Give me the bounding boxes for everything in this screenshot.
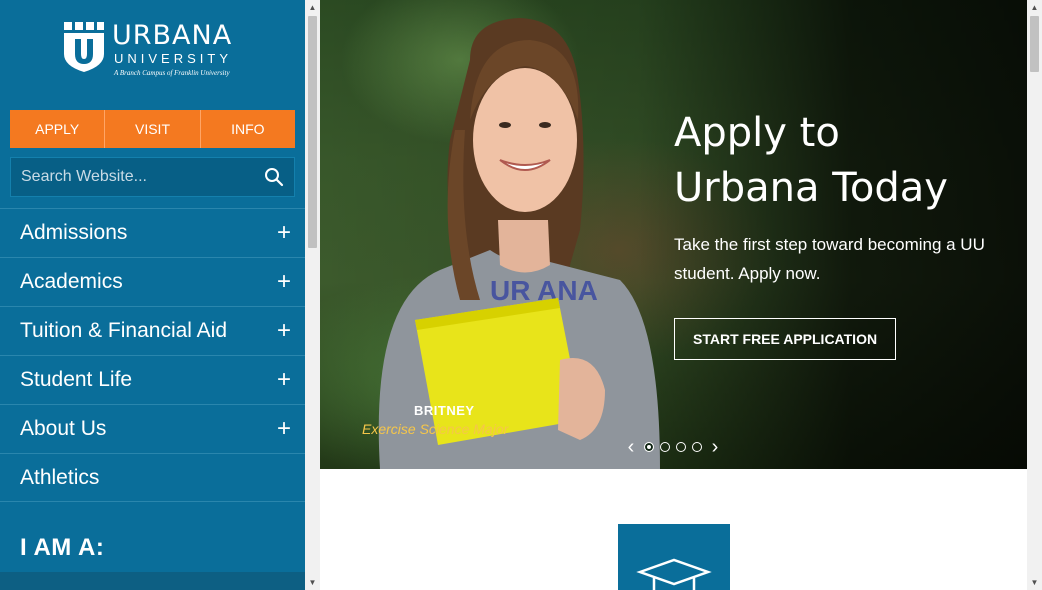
search-input[interactable] <box>11 158 254 196</box>
student-major: Exercise Science Major <box>362 421 509 437</box>
scroll-up-arrow-icon[interactable]: ▲ <box>1027 0 1042 15</box>
expand-plus-icon[interactable]: + <box>277 270 291 294</box>
expand-plus-icon[interactable]: + <box>277 368 291 392</box>
chevron-right-icon[interactable]: › <box>708 437 722 457</box>
nav-item-athletics[interactable]: Athletics <box>0 453 305 502</box>
slide-dot[interactable] <box>660 442 670 452</box>
nav-item-academics[interactable]: Academics + <box>0 257 305 306</box>
scroll-down-arrow-icon[interactable]: ▼ <box>1027 575 1042 590</box>
shield-logo-icon <box>64 22 104 72</box>
nav-item-label: Student Life <box>20 368 133 391</box>
nav-item-label: Academics <box>20 270 123 293</box>
page-scrollbar[interactable]: ▲ ▼ <box>1027 0 1042 590</box>
degree-programs-tile[interactable] <box>618 524 730 590</box>
search-icon <box>265 168 284 187</box>
apply-button[interactable]: APPLY <box>10 110 106 148</box>
slide-dot[interactable] <box>692 442 702 452</box>
cta-button-row: APPLY VISIT INFO <box>10 110 295 148</box>
nav-item-label: Admissions <box>20 221 128 244</box>
visit-button[interactable]: VISIT <box>105 110 201 148</box>
expand-plus-icon[interactable]: + <box>277 221 291 245</box>
sidebar-scrollbar-thumb[interactable] <box>308 16 317 248</box>
expand-plus-icon[interactable]: + <box>277 319 291 343</box>
nav-item-label: Tuition & Financial Aid <box>20 319 227 342</box>
logo-tagline: A Branch Campus of Franklin University <box>114 69 230 77</box>
nav-item-admissions[interactable]: Admissions + <box>0 208 305 257</box>
nav-item-about-us[interactable]: About Us + <box>0 404 305 453</box>
scroll-down-arrow-icon[interactable]: ▼ <box>305 575 320 590</box>
urbana-logo[interactable]: URBANA UNIVERSITY A Branch Campus of Fra… <box>64 20 244 80</box>
hero-title: Apply to Urbana Today <box>674 106 994 216</box>
slide-dot[interactable] <box>644 442 654 452</box>
student-name: BRITNEY <box>414 403 475 418</box>
i-am-a-option[interactable] <box>0 572 305 590</box>
start-free-application-button[interactable]: START FREE APPLICATION <box>674 318 897 360</box>
expand-plus-icon[interactable]: + <box>277 417 291 441</box>
scroll-up-arrow-icon[interactable]: ▲ <box>305 0 320 15</box>
hero-caption: Apply to Urbana Today Take the first ste… <box>674 106 994 360</box>
main-nav: Admissions + Academics + Tuition & Finan… <box>0 208 305 502</box>
sidebar-scrollbar[interactable]: ▲ ▼ <box>305 0 320 590</box>
hero-title-line2: Urbana Today <box>674 165 948 211</box>
search-button[interactable] <box>254 158 294 196</box>
nav-item-label: Athletics <box>20 465 100 489</box>
nav-item-student-life[interactable]: Student Life + <box>0 355 305 404</box>
main-content: UR ANA BRITNEY Exercise Science Major Ap… <box>320 0 1027 590</box>
logo-wordmark-university: UNIVERSITY <box>114 51 233 66</box>
search-bar <box>10 157 295 197</box>
hero-slider: UR ANA BRITNEY Exercise Science Major Ap… <box>320 0 1027 469</box>
i-am-a-heading: I AM A: <box>20 534 105 561</box>
page-scrollbar-thumb[interactable] <box>1030 16 1039 72</box>
nav-item-tuition-financial-aid[interactable]: Tuition & Financial Aid + <box>0 306 305 355</box>
sidebar: URBANA UNIVERSITY A Branch Campus of Fra… <box>0 0 305 590</box>
slider-controls: ‹ › <box>624 437 722 457</box>
info-button[interactable]: INFO <box>200 110 295 148</box>
hero-subtitle: Take the first step toward becoming a UU… <box>674 235 985 283</box>
nav-item-label: About Us <box>20 417 107 440</box>
chevron-left-icon[interactable]: ‹ <box>624 437 638 457</box>
slide-dot[interactable] <box>676 442 686 452</box>
hero-title-line1: Apply to <box>674 110 840 156</box>
logo-wordmark: URBANA <box>112 20 233 51</box>
graduation-cap-icon <box>636 558 712 590</box>
